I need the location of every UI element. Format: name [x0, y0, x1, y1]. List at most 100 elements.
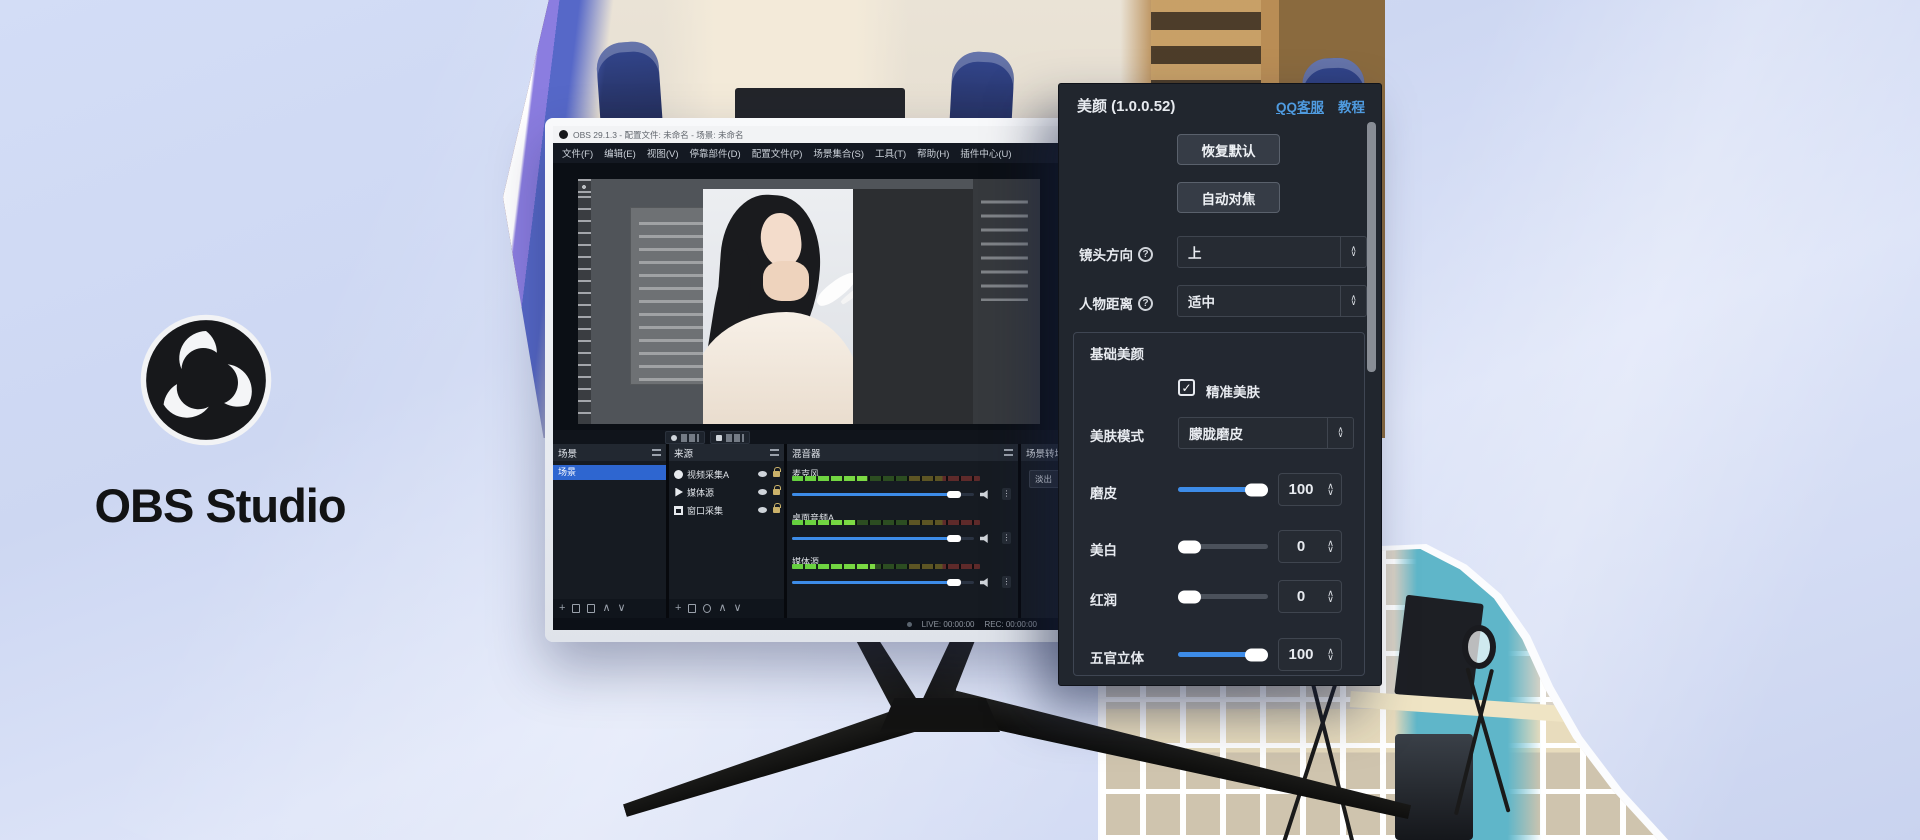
subject-distance-label: 人物距离 ?	[1079, 293, 1153, 313]
sources-dock: 来源 视频采集A 媒体源 窗口采集	[669, 444, 784, 618]
tripod-leg-shape	[1309, 677, 1354, 840]
remove-scene-button[interactable]	[572, 604, 580, 613]
restore-defaults-button[interactable]: 恢复默认	[1177, 134, 1280, 165]
speaker-icon[interactable]	[980, 578, 991, 587]
dot-icon	[671, 435, 677, 441]
audio-mixer-dock: 混音器 麦克风 ⋮ 桌面音频A	[787, 444, 1018, 618]
stepper-arrows-icon[interactable]: ∧∨	[1323, 591, 1341, 603]
skin-mode-select[interactable]: 朦胧磨皮 ∧∨	[1178, 417, 1354, 449]
portrait-dress-shape	[703, 312, 853, 424]
rec-time: REC: 00:00:00	[985, 620, 1037, 629]
source-list-item[interactable]: 窗口采集	[669, 502, 784, 518]
volume-slider[interactable]	[792, 537, 974, 540]
dock-menu-icon[interactable]	[1004, 449, 1013, 456]
source-list-item[interactable]: 视频采集A	[669, 466, 784, 482]
select-spinner-icon[interactable]: ∧∨	[1340, 237, 1366, 267]
move-scene-down-button[interactable]: ∨	[618, 603, 626, 614]
rosy-label: 红润	[1090, 589, 1117, 609]
volume-row: ⋮	[792, 488, 1013, 500]
speaker-icon[interactable]	[980, 490, 991, 499]
menu-tools[interactable]: 工具(T)	[875, 146, 906, 160]
lens-direction-select[interactable]: 上 ∧∨	[1177, 236, 1367, 268]
menu-profile[interactable]: 配置文件(P)	[752, 146, 803, 160]
page: OBS 29.1.3 - 配置文件: 未命名 - 场景: 未命名 文件(F) 编…	[0, 0, 1920, 840]
move-scene-up-button[interactable]: ∧	[602, 603, 610, 614]
portrait-photo	[703, 189, 853, 424]
preview-toggle-button[interactable]	[710, 431, 750, 444]
beauty-filter-panel: 美颜 (1.0.0.52) QQ客服 教程 恢复默认 自动对焦 镜头方向 ? 上…	[1058, 83, 1382, 686]
menu-scene-collection[interactable]: 场景集合(S)	[813, 146, 864, 160]
dock-menu-icon[interactable]	[770, 449, 779, 456]
channel-options-button[interactable]: ⋮	[1002, 532, 1011, 544]
stepper-arrows-icon[interactable]: ∧∨	[1323, 649, 1341, 661]
add-source-button[interactable]: +	[675, 603, 681, 614]
help-icon[interactable]: ?	[1138, 296, 1153, 311]
add-scene-button[interactable]: +	[559, 603, 565, 614]
move-source-down-button[interactable]: ∨	[734, 603, 742, 614]
channel-options-button[interactable]: ⋮	[1002, 488, 1011, 500]
photoshop-canvas	[853, 189, 973, 424]
speaker-icon[interactable]	[980, 534, 991, 543]
window-icon	[716, 435, 722, 441]
menu-edit[interactable]: 编辑(E)	[604, 146, 636, 160]
whitening-label: 美白	[1090, 539, 1117, 559]
stepper-arrows-icon[interactable]: ∧∨	[1323, 541, 1341, 553]
tutorial-link[interactable]: 教程	[1338, 96, 1365, 116]
select-spinner-icon[interactable]: ∧∨	[1327, 418, 1353, 448]
select-spinner-icon[interactable]: ∧∨	[1340, 286, 1366, 316]
visibility-eye-icon[interactable]	[758, 507, 767, 513]
source-label: 媒体源	[687, 486, 754, 499]
volume-row: ⋮	[792, 532, 1013, 544]
menu-file[interactable]: 文件(F)	[562, 146, 593, 160]
source-label: 窗口采集	[687, 504, 754, 517]
visibility-eye-icon[interactable]	[758, 471, 767, 477]
scenes-dock: 场景 场景 + ∧ ∨	[553, 444, 666, 618]
menu-view[interactable]: 视图(V)	[647, 146, 679, 160]
whitening-slider[interactable]	[1178, 544, 1268, 549]
volume-slider[interactable]	[792, 581, 974, 584]
whitening-value[interactable]: 0 ∧∨	[1278, 530, 1342, 563]
duplicate-scene-button[interactable]	[587, 604, 595, 613]
sources-dock-title: 来源	[674, 446, 693, 460]
rosy-slider[interactable]	[1178, 594, 1268, 599]
lock-icon[interactable]	[773, 507, 780, 513]
lock-icon[interactable]	[773, 471, 780, 477]
channel-options-button[interactable]: ⋮	[1002, 576, 1011, 588]
smoothing-value[interactable]: 100 ∧∨	[1278, 473, 1342, 506]
live-time: LIVE: 00:00:00	[922, 620, 975, 629]
smoothing-slider[interactable]	[1178, 487, 1268, 492]
obs-window-title: OBS 29.1.3 - 配置文件: 未命名 - 场景: 未命名	[573, 129, 744, 141]
basic-beauty-group: 基础美颜 ✓ 精准美肤 美肤模式 朦胧磨皮 ∧∨ 磨皮 100 ∧∨ 美白	[1073, 332, 1365, 676]
autofocus-button[interactable]: 自动对焦	[1177, 182, 1280, 213]
sources-toolbar: + ∧ ∨	[669, 599, 784, 618]
preview-toggle-button[interactable]	[665, 431, 705, 444]
smoothing-label: 磨皮	[1090, 482, 1117, 502]
precise-skin-label: 精准美肤	[1206, 381, 1260, 401]
remove-source-button[interactable]	[688, 604, 696, 613]
source-list-item[interactable]: 媒体源	[669, 484, 784, 500]
vu-meter-ticks	[792, 564, 980, 569]
facial-depth-value[interactable]: 100 ∧∨	[1278, 638, 1342, 671]
facial-depth-slider[interactable]	[1178, 652, 1268, 657]
group-title: 基础美颜	[1090, 343, 1144, 363]
menu-docks[interactable]: 停靠部件(D)	[689, 146, 740, 160]
menu-help[interactable]: 帮助(H)	[917, 146, 949, 160]
panel-scrollbar[interactable]	[1367, 122, 1376, 372]
live-status-icon	[907, 622, 912, 627]
rosy-value[interactable]: 0 ∧∨	[1278, 580, 1342, 613]
volume-slider[interactable]	[792, 493, 974, 496]
source-properties-button[interactable]	[703, 604, 711, 613]
facial-depth-label: 五官立体	[1090, 647, 1144, 667]
photoshop-toolbar	[578, 179, 591, 424]
scene-list-item-selected[interactable]: 场景	[553, 465, 666, 480]
menu-plugin-center[interactable]: 插件中心(U)	[960, 146, 1011, 160]
qq-support-link[interactable]: QQ客服	[1276, 96, 1324, 116]
dock-menu-icon[interactable]	[652, 449, 661, 456]
move-source-up-button[interactable]: ∧	[718, 603, 726, 614]
stepper-arrows-icon[interactable]: ∧∨	[1323, 484, 1341, 496]
subject-distance-select[interactable]: 适中 ∧∨	[1177, 285, 1367, 317]
visibility-eye-icon[interactable]	[758, 489, 767, 495]
lock-icon[interactable]	[773, 489, 780, 495]
help-icon[interactable]: ?	[1138, 247, 1153, 262]
precise-skin-checkbox[interactable]: ✓	[1178, 379, 1195, 396]
